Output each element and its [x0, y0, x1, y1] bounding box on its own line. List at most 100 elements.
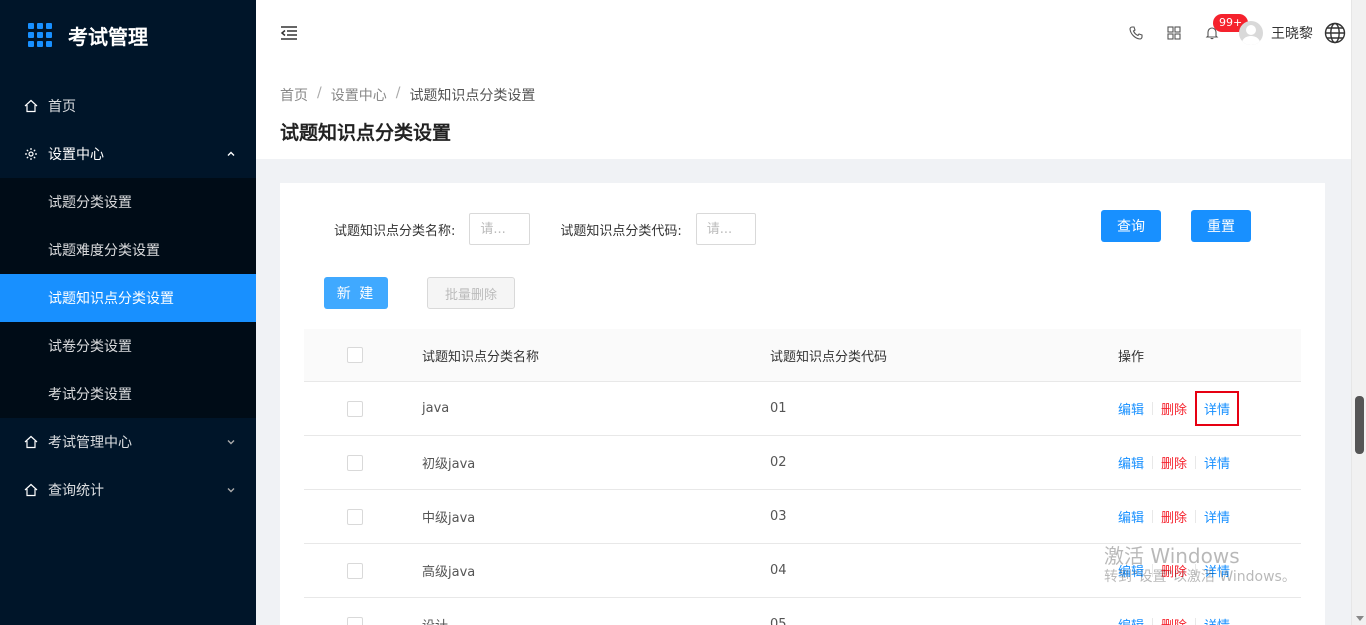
- new-button[interactable]: 新 建: [324, 277, 388, 309]
- table-row: 设计 05 编辑 删除 详情: [304, 598, 1301, 625]
- select-all-checkbox[interactable]: [347, 347, 363, 363]
- detail-link[interactable]: 详情: [1195, 391, 1240, 426]
- row-actions: 编辑 删除 详情: [1118, 615, 1301, 625]
- avatar: [1239, 21, 1263, 45]
- row-actions: 编辑 删除 详情: [1118, 453, 1301, 472]
- edit-link[interactable]: 编辑: [1118, 561, 1144, 580]
- sidebar-item-settings-center[interactable]: 设置中心: [0, 130, 256, 178]
- app-logo[interactable]: 考试管理: [0, 0, 256, 70]
- action-divider: [1152, 402, 1154, 415]
- edit-link[interactable]: 编辑: [1118, 615, 1144, 625]
- sidebar-item-difficulty-category[interactable]: 试题难度分类设置: [0, 226, 256, 274]
- sidebar-item-label: 查询统计: [48, 483, 104, 499]
- breadcrumb: 首页 / 设置中心 / 试题知识点分类设置: [280, 85, 1351, 105]
- breadcrumb-separator: /: [395, 85, 401, 101]
- search-form: 试题知识点分类名称: 试题知识点分类代码:: [334, 213, 756, 245]
- row-name-cell: 设计: [422, 615, 770, 625]
- edit-link[interactable]: 编辑: [1118, 453, 1144, 472]
- sidebar-item-label: 试题难度分类设置: [48, 243, 160, 259]
- sidebar-item-question-category[interactable]: 试题分类设置: [0, 178, 256, 226]
- action-divider: [1195, 510, 1197, 523]
- row-actions: 编辑 删除 详情: [1118, 507, 1301, 526]
- table-header: 试题知识点分类名称 试题知识点分类代码 操作: [304, 329, 1301, 382]
- delete-link[interactable]: 删除: [1161, 561, 1187, 580]
- detail-link[interactable]: 详情: [1204, 507, 1230, 526]
- sidebar-item-label: 首页: [48, 99, 76, 115]
- notification-button[interactable]: 99+: [1193, 0, 1249, 66]
- sidebar-item-label: 试题知识点分类设置: [48, 291, 174, 307]
- breadcrumb-settings[interactable]: 设置中心: [331, 85, 387, 105]
- column-header-actions: 操作: [1118, 349, 1145, 365]
- home-icon: [24, 483, 38, 497]
- column-header-code: 试题知识点分类代码: [770, 349, 888, 365]
- row-name-cell: 中级java: [422, 511, 476, 526]
- language-button[interactable]: [1321, 0, 1349, 66]
- row-code-cell: 03: [770, 509, 787, 524]
- reset-button[interactable]: 重置: [1191, 210, 1251, 242]
- scrollbar-thumb[interactable]: [1355, 396, 1364, 454]
- menu-fold-icon[interactable]: [280, 24, 298, 42]
- row-name-cell: java: [422, 401, 450, 416]
- code-search-label: 试题知识点分类代码:: [560, 223, 682, 239]
- sidebar-item-label: 试卷分类设置: [48, 339, 132, 355]
- table-row: 初级java 02 编辑 删除 详情: [304, 436, 1301, 490]
- delete-link[interactable]: 删除: [1161, 507, 1187, 526]
- edit-link[interactable]: 编辑: [1118, 507, 1144, 526]
- top-header: 99+ 王晓黎: [256, 0, 1351, 66]
- chevron-down-icon: [227, 488, 235, 493]
- code-search-input[interactable]: [695, 213, 756, 245]
- apps-grid-icon: [1167, 26, 1181, 40]
- delete-link[interactable]: 删除: [1161, 399, 1187, 418]
- home-icon: [24, 99, 38, 113]
- settings-submenu: 试题分类设置 试题难度分类设置 试题知识点分类设置 试卷分类设置 考试分类设置: [0, 178, 256, 418]
- sidebar-item-label: 设置中心: [48, 147, 104, 163]
- table-row: 高级java 04 编辑 删除 详情: [304, 544, 1301, 598]
- row-actions: 编辑 删除 详情: [1118, 561, 1301, 580]
- apps-button[interactable]: [1155, 0, 1193, 66]
- scroll-down-arrow-icon[interactable]: [1356, 616, 1364, 621]
- query-button[interactable]: 查询: [1101, 210, 1161, 242]
- name-search-input[interactable]: [469, 213, 531, 245]
- breadcrumb-home[interactable]: 首页: [280, 85, 308, 105]
- breadcrumb-current: 试题知识点分类设置: [409, 88, 536, 104]
- sidebar-item-exam-management[interactable]: 考试管理中心: [0, 418, 256, 466]
- sidebar-item-home[interactable]: 首页: [0, 82, 256, 130]
- sidebar-item-paper-category[interactable]: 试卷分类设置: [0, 322, 256, 370]
- app-title: 考试管理: [68, 24, 148, 49]
- row-checkbox[interactable]: [347, 616, 363, 625]
- table-row: 中级java 03 编辑 删除 详情: [304, 490, 1301, 544]
- action-divider: [1195, 456, 1197, 469]
- sidebar-item-exam-category[interactable]: 考试分类设置: [0, 370, 256, 418]
- row-checkbox[interactable]: [347, 562, 363, 579]
- edit-link[interactable]: 编辑: [1118, 399, 1144, 418]
- page-scrollbar[interactable]: [1351, 0, 1366, 625]
- row-code-cell: 05: [770, 617, 787, 625]
- delete-link[interactable]: 删除: [1161, 453, 1187, 472]
- row-name-cell: 高级java: [422, 565, 476, 580]
- user-menu[interactable]: 王晓黎: [1239, 21, 1313, 45]
- page-title: 试题知识点分类设置: [280, 122, 452, 144]
- username: 王晓黎: [1271, 26, 1313, 42]
- row-actions: 编辑 删除 详情: [1118, 391, 1301, 426]
- batch-delete-button[interactable]: 批量删除: [427, 277, 515, 309]
- chevron-down-icon: [227, 440, 235, 445]
- row-checkbox[interactable]: [347, 508, 363, 525]
- row-checkbox[interactable]: [347, 400, 363, 417]
- phone-icon: [1129, 26, 1143, 40]
- sidebar-item-knowledge-category[interactable]: 试题知识点分类设置: [0, 274, 256, 322]
- name-search-label: 试题知识点分类名称:: [334, 223, 456, 239]
- content-card: 试题知识点分类名称: 试题知识点分类代码: 查询 重置 新 建 批量删除 试题知…: [280, 183, 1325, 625]
- detail-link[interactable]: 详情: [1204, 561, 1230, 580]
- detail-link[interactable]: 详情: [1204, 453, 1230, 472]
- chevron-up-icon: [227, 151, 235, 156]
- home-icon: [24, 435, 38, 449]
- row-code-cell: 04: [770, 563, 787, 578]
- phone-button[interactable]: [1117, 0, 1155, 66]
- row-checkbox[interactable]: [347, 454, 363, 471]
- detail-link[interactable]: 详情: [1204, 615, 1230, 625]
- sidebar-item-query-stats[interactable]: 查询统计: [0, 466, 256, 514]
- row-name-cell: 初级java: [422, 457, 476, 472]
- action-divider: [1152, 456, 1154, 469]
- action-divider: [1152, 564, 1154, 577]
- delete-link[interactable]: 删除: [1161, 615, 1187, 625]
